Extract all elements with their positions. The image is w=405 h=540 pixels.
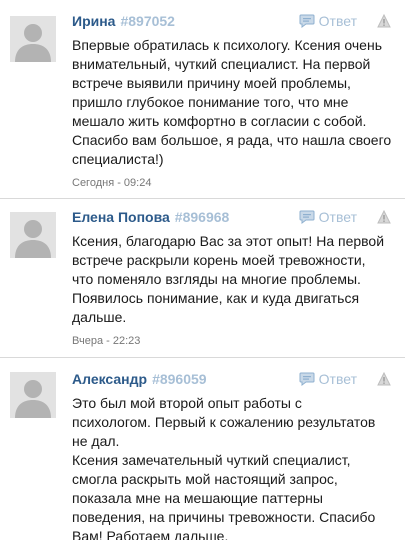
warning-flag-icon[interactable] xyxy=(377,210,391,224)
reply-button[interactable]: Ответ xyxy=(299,13,357,29)
review-timestamp: Сегодня - 09:24 xyxy=(72,177,152,189)
review-text: Это был мой второй опыт работы с психоло… xyxy=(72,395,376,540)
author-name[interactable]: Александр xyxy=(72,371,147,387)
review-text: Впервые обратилась к психологу. Ксения о… xyxy=(72,37,392,167)
reply-label: Ответ xyxy=(318,13,357,29)
review-header: Александр #896059 Ответ xyxy=(72,368,395,390)
speech-bubble-icon xyxy=(299,14,315,28)
author-name[interactable]: Ирина xyxy=(72,13,115,29)
warning-flag-icon[interactable] xyxy=(377,372,391,386)
reply-button[interactable]: Ответ xyxy=(299,209,357,225)
reply-button[interactable]: Ответ xyxy=(299,371,357,387)
review-header: Ирина #897052 Ответ xyxy=(72,10,395,32)
post-id-link[interactable]: #897052 xyxy=(120,13,175,29)
review-item: Елена Попова #896968 Ответ Ксения, благо… xyxy=(0,198,405,347)
post-id-link[interactable]: #896968 xyxy=(175,209,230,225)
review-timestamp: Вчера - 22:23 xyxy=(72,335,141,347)
post-id-link[interactable]: #896059 xyxy=(152,371,207,387)
author-name[interactable]: Елена Попова xyxy=(72,209,170,225)
warning-flag-icon[interactable] xyxy=(377,14,391,28)
speech-bubble-icon xyxy=(299,372,315,386)
reply-label: Ответ xyxy=(318,209,357,225)
review-text: Ксения, благодарю Вас за этот опыт! На п… xyxy=(72,233,385,325)
speech-bubble-icon xyxy=(299,210,315,224)
review-item: Александр #896059 Ответ Это был мой втор… xyxy=(0,357,405,540)
reply-label: Ответ xyxy=(318,371,357,387)
review-item: Ирина #897052 Ответ Впервые обратилась к… xyxy=(0,10,405,189)
review-header: Елена Попова #896968 Ответ xyxy=(72,206,395,228)
